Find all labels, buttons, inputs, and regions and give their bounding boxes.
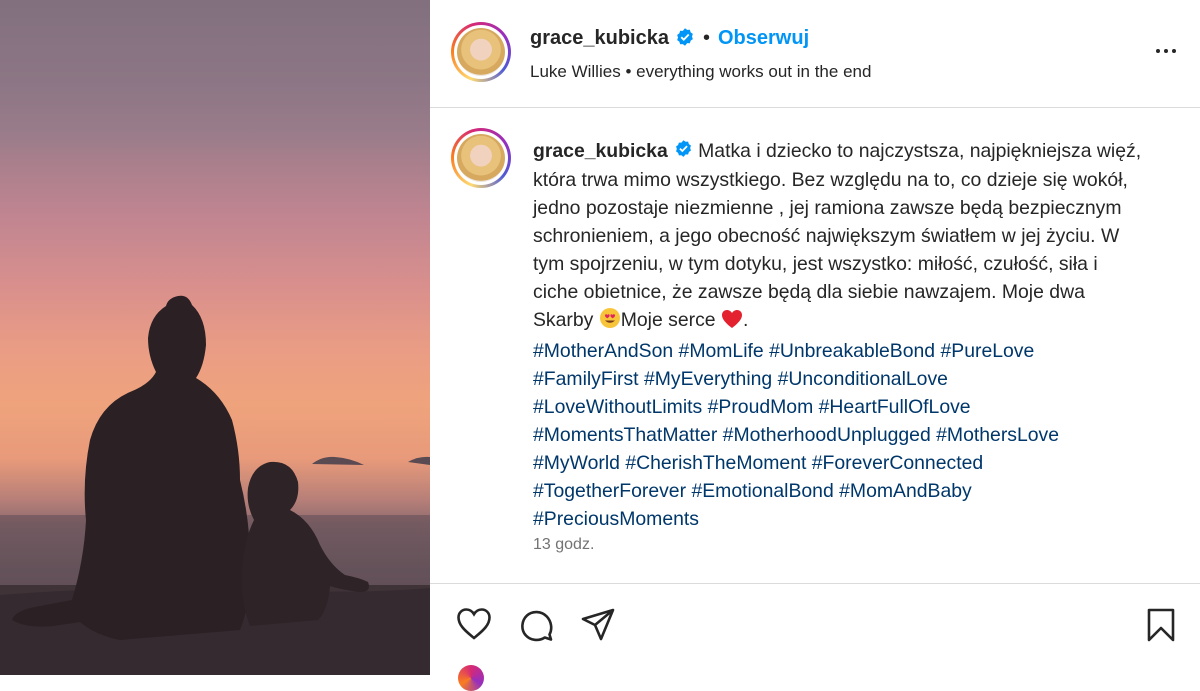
hashtag-link[interactable]: #UnbreakableBond <box>769 340 935 362</box>
post-caption: grace_kubicka Matka i dziecko to najczys… <box>533 137 1143 533</box>
red-heart-emoji <box>721 309 743 337</box>
caption-text-end: . <box>742 308 749 331</box>
hashtag-link[interactable]: #MomAndBaby <box>839 480 972 502</box>
heart-icon[interactable] <box>456 607 492 641</box>
post-image[interactable] <box>0 0 430 675</box>
comment-icon[interactable] <box>518 607 554 643</box>
hashtag-link[interactable]: #MothersLove <box>936 424 1059 446</box>
hashtag-link[interactable]: #EmotionalBond <box>691 480 833 502</box>
caption-text-mid: Moje serce <box>620 308 716 331</box>
liked-by-avatar[interactable] <box>458 665 484 691</box>
caption-text: Matka i dziecko to najczystsza, najpiękn… <box>533 140 1142 331</box>
audio-separator: • <box>625 62 632 81</box>
audio-attribution[interactable]: Luke Willies • everything works out in t… <box>530 62 871 82</box>
follow-button[interactable]: Obserwuj <box>718 27 809 49</box>
hashtag-link[interactable]: #MyWorld <box>533 452 620 474</box>
hashtag-link[interactable]: #MyEverything <box>644 368 772 390</box>
more-options-icon[interactable] <box>1148 36 1184 66</box>
send-icon[interactable] <box>580 607 616 643</box>
hashtag-link[interactable]: #MotherhoodUnplugged <box>723 424 931 446</box>
hashtag-link[interactable]: #MomentsThatMatter <box>533 424 717 446</box>
hashtag-link[interactable]: #MotherAndSon <box>533 340 673 362</box>
hashtag-link[interactable]: #FamilyFirst <box>533 368 639 390</box>
sunset-silhouette-image <box>0 295 430 675</box>
hashtag-link[interactable]: #LoveWithoutLimits <box>533 396 702 418</box>
username-link[interactable]: grace_kubicka <box>530 27 669 49</box>
hashtag-link[interactable]: #PreciousMoments <box>533 508 699 530</box>
hashtag-link[interactable]: #ProudMom <box>708 396 814 418</box>
action-bar <box>430 585 1200 675</box>
audio-track: everything works out in the end <box>636 62 872 81</box>
profile-avatar[interactable] <box>451 22 511 82</box>
heart-eyes-emoji <box>599 307 621 337</box>
header-title-row: grace_kubicka • Obserwuj <box>530 27 809 52</box>
post-header: grace_kubicka • Obserwuj Luke Willies • ev… <box>430 0 1200 108</box>
hashtag-link[interactable]: #MomLife <box>679 340 764 362</box>
header-separator: • <box>702 27 710 49</box>
post-timestamp[interactable]: 13 godz. <box>533 536 594 554</box>
caption-avatar[interactable] <box>451 128 511 188</box>
hashtag-link[interactable]: #TogetherForever <box>533 480 686 502</box>
verified-badge-icon <box>675 27 695 52</box>
verified-badge-icon <box>674 138 693 166</box>
bookmark-icon[interactable] <box>1146 607 1176 643</box>
caption-section: grace_kubicka Matka i dziecko to najczys… <box>430 108 1200 584</box>
hashtag-link[interactable]: #CherishTheMoment <box>625 452 806 474</box>
hashtag-link[interactable]: #HeartFullOfLove <box>819 396 971 418</box>
hashtag-link[interactable]: #ForeverConnected <box>812 452 983 474</box>
audio-artist: Luke Willies <box>530 62 621 81</box>
hashtag-link[interactable]: #UnconditionalLove <box>778 368 948 390</box>
hashtag-link[interactable]: #PureLove <box>940 340 1034 362</box>
caption-username[interactable]: grace_kubicka <box>533 140 668 162</box>
